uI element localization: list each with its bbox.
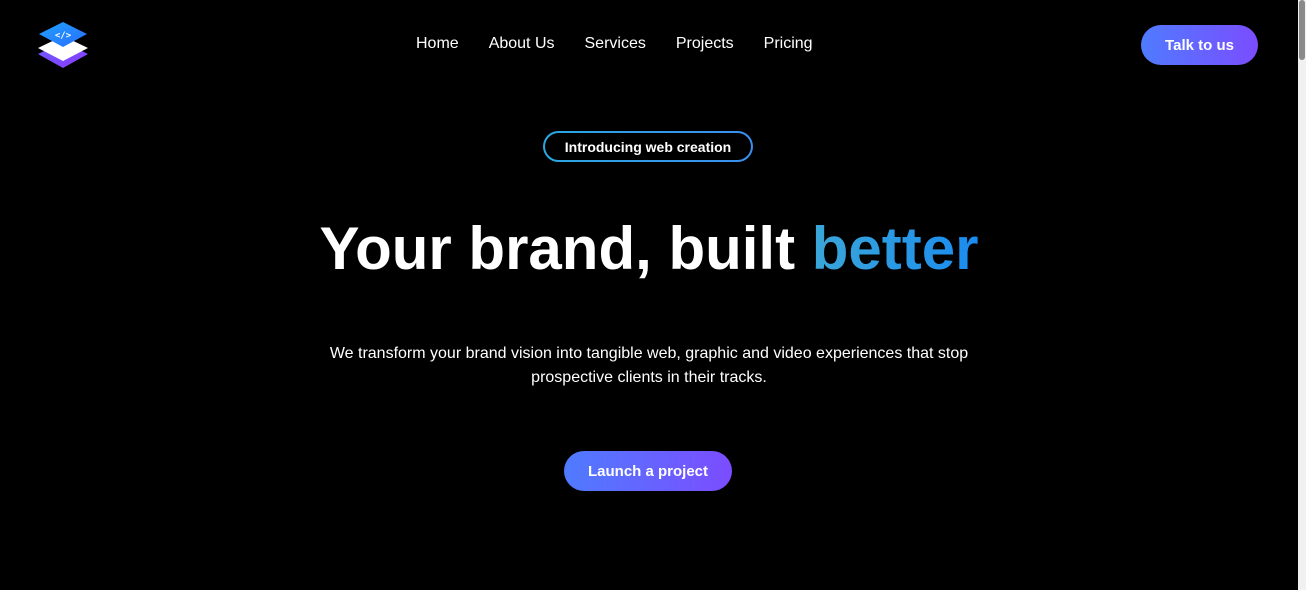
intro-badge: Introducing web creation [543,131,753,162]
intro-badge-label: Introducing web creation [545,133,751,160]
nav-projects[interactable]: Projects [676,34,734,54]
nav-services[interactable]: Services [585,34,646,54]
talk-to-us-button[interactable]: Talk to us [1141,25,1258,65]
nav-about-us[interactable]: About Us [489,34,555,54]
headline-main-text: Your brand, built [319,215,812,282]
main-nav: Home About Us Services Projects Pricing [416,34,813,54]
headline-accent-text: better [811,215,979,282]
scrollbar-thumb[interactable] [1299,0,1305,60]
vertical-scrollbar[interactable] [1298,0,1306,590]
page: </> Home About Us Services Projects Pric… [0,0,1298,590]
logo[interactable]: </> [36,20,90,70]
hero-subtitle: We transform your brand vision into tang… [0,342,1298,390]
code-layers-logo-icon: </> [38,22,88,68]
svg-text:</>: </> [55,31,72,41]
launch-project-button[interactable]: Launch a project [564,451,732,491]
subtitle-line-1: We transform your brand vision into tang… [329,345,969,362]
subtitle-line-2: prospective clients in their tracks. [531,369,767,386]
site-header: </> Home About Us Services Projects Pric… [0,0,1298,90]
nav-home[interactable]: Home [416,34,459,54]
nav-pricing[interactable]: Pricing [764,34,813,54]
hero-headline: Your brand, built better [0,212,1298,286]
